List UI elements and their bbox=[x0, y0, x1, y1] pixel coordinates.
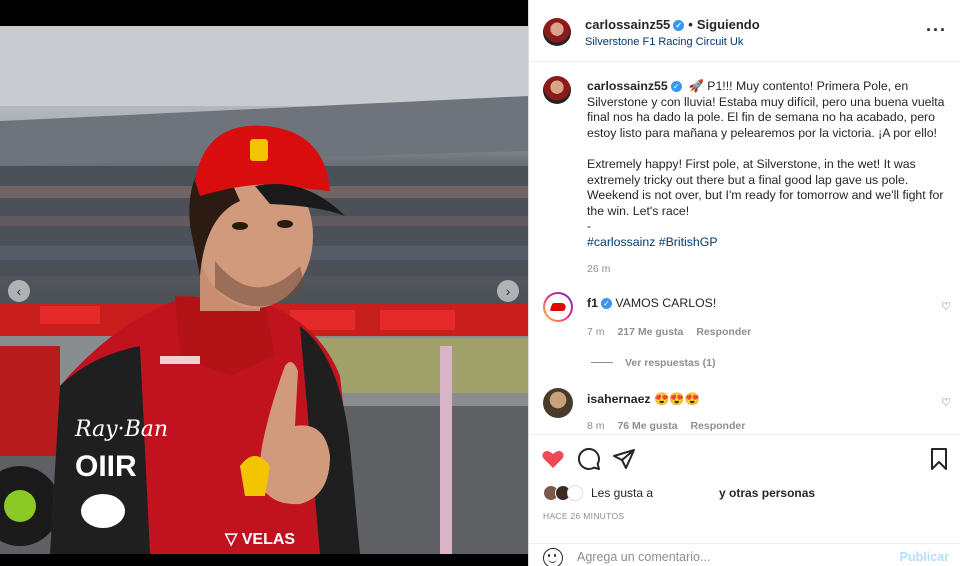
comment-time: 7 m bbox=[587, 326, 605, 338]
post-header: carlossainz55 ✓ • Siguiendo Silverstone F1 … bbox=[529, 0, 960, 62]
comment-text: VAMOS CARLOS! bbox=[615, 296, 717, 310]
save-bookmark-icon[interactable] bbox=[927, 447, 951, 471]
previous-image-button[interactable]: ‹ bbox=[8, 280, 30, 302]
publish-button[interactable]: Publicar bbox=[900, 550, 949, 564]
more-options-icon[interactable]: ··· bbox=[926, 20, 947, 41]
comment-username[interactable]: isahernaez bbox=[587, 392, 651, 406]
comment-likes[interactable]: 217 Me gusta bbox=[617, 326, 683, 338]
emoji-icon[interactable] bbox=[543, 548, 563, 566]
driver-photo-illustration: Ray·Ban OIIR ▽ VELAS bbox=[0, 26, 528, 554]
separator-dot: • bbox=[688, 17, 693, 32]
comment-meta: 8 m 76 Me gusta Responder bbox=[587, 420, 755, 432]
caption-text: carlossainz55 ✓ 🚀 P1!!! Muy contento! Pri… bbox=[587, 79, 953, 251]
caption-english: Extremely happy! First pole, at Silverst… bbox=[587, 156, 944, 218]
comment-body: isahernaez 😍😍😍 bbox=[587, 392, 700, 407]
view-replies-button[interactable]: Ver respuestas (1) bbox=[591, 357, 715, 369]
media-bottom-band bbox=[0, 554, 528, 566]
caption-username[interactable]: carlossainz55 bbox=[587, 79, 668, 93]
f1-logo-icon bbox=[549, 303, 568, 311]
media-top-band bbox=[0, 0, 528, 26]
redacted-name bbox=[653, 485, 720, 497]
comment-meta: 7 m 217 Me gusta Responder bbox=[587, 326, 761, 338]
svg-text:OIIR: OIIR bbox=[75, 450, 137, 483]
like-heart-icon[interactable] bbox=[541, 447, 565, 471]
author-avatar[interactable] bbox=[543, 18, 571, 46]
post-media: Ray·Ban OIIR ▽ VELAS ‹ › bbox=[0, 0, 528, 566]
liker-avatar bbox=[567, 485, 583, 501]
comment-like-heart-icon[interactable]: ♡ bbox=[941, 396, 951, 409]
f1-avatar[interactable] bbox=[543, 292, 573, 322]
comment-input[interactable] bbox=[577, 550, 877, 564]
caption-author-avatar[interactable] bbox=[543, 76, 571, 104]
post-time-ago: HACE 26 MINUTOS bbox=[543, 511, 625, 521]
verified-icon: ✓ bbox=[670, 81, 682, 92]
post-actions: Les gusta a y otras personas HACE 26 MINU… bbox=[529, 434, 960, 566]
comments-section[interactable]: carlossainz55 ✓ 🚀 P1!!! Muy contento! Pri… bbox=[529, 62, 960, 434]
comment-icon[interactable] bbox=[577, 447, 601, 471]
comment-username[interactable]: f1 bbox=[587, 296, 598, 310]
isahernaez-avatar[interactable] bbox=[543, 388, 573, 418]
caption-hashtags[interactable]: #carlossainz #BritishGP bbox=[587, 235, 718, 249]
rocket-emoji: 🚀 bbox=[688, 79, 704, 93]
comment-like-heart-icon[interactable]: ♡ bbox=[941, 300, 951, 313]
svg-text:Ray·Ban: Ray·Ban bbox=[74, 417, 168, 442]
view-replies-label: Ver respuestas (1) bbox=[625, 357, 716, 369]
replies-divider bbox=[591, 362, 613, 363]
next-image-button[interactable]: › bbox=[497, 280, 519, 302]
likes-summary[interactable]: Les gusta a y otras personas bbox=[543, 485, 815, 501]
comment-body: f1 ✓ VAMOS CARLOS! bbox=[587, 296, 716, 310]
comment-likes[interactable]: 76 Me gusta bbox=[617, 420, 677, 432]
reply-button[interactable]: Responder bbox=[696, 326, 751, 338]
add-comment-bar: Publicar bbox=[529, 543, 960, 566]
likes-prefix: Les gusta a bbox=[591, 486, 654, 500]
likes-suffix[interactable]: y otras personas bbox=[719, 486, 815, 500]
following-button[interactable]: Siguiendo bbox=[697, 17, 760, 32]
location-link[interactable]: Silverstone F1 Racing Circuit Uk bbox=[585, 36, 743, 48]
comment-text: 😍😍😍 bbox=[654, 392, 700, 406]
post-photo[interactable]: Ray·Ban OIIR ▽ VELAS bbox=[0, 26, 528, 554]
post-details-panel: carlossainz55 ✓ • Siguiendo Silverstone F1 … bbox=[528, 0, 960, 566]
caption-dash: - bbox=[587, 219, 592, 234]
reply-button[interactable]: Responder bbox=[690, 420, 745, 432]
comment-time: 8 m bbox=[587, 420, 605, 432]
author-username[interactable]: carlossainz55 bbox=[585, 17, 670, 32]
svg-text:▽ VELAS: ▽ VELAS bbox=[224, 531, 295, 548]
verified-icon: ✓ bbox=[673, 20, 685, 31]
verified-icon: ✓ bbox=[600, 298, 612, 309]
caption-time: 26 m bbox=[587, 263, 611, 275]
share-icon[interactable] bbox=[612, 447, 636, 471]
author-line: carlossainz55 ✓ • Siguiendo bbox=[585, 17, 760, 32]
